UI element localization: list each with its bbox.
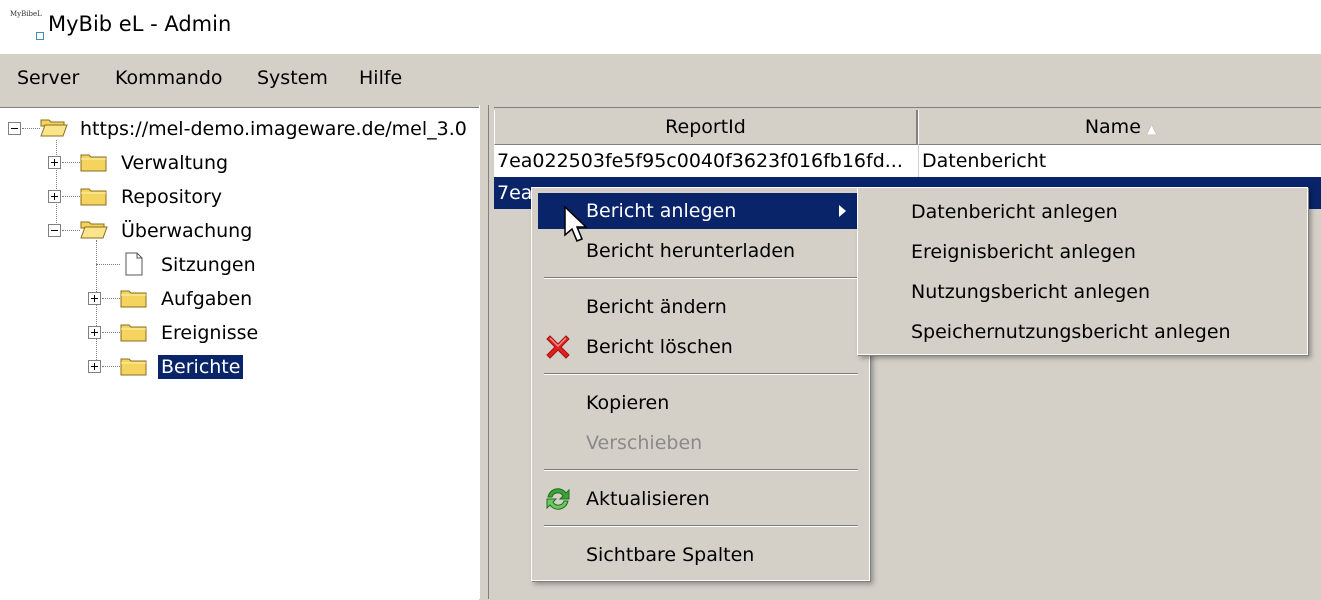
expand-icon[interactable] [88,292,101,305]
tree-node-verwaltung[interactable]: Verwaltung [0,148,479,176]
tree-node-label: https://mel-demo.imageware.de/mel_3.0 [80,118,467,140]
menu-bar: Server Kommando System Hilfe [0,54,1321,104]
tree-node-label: Repository [121,186,223,208]
tree-root-server[interactable]: https://mel-demo.imageware.de/mel_3.0 [0,114,479,142]
folder-icon [120,324,147,342]
document-icon [125,252,143,276]
column-header-reportid[interactable]: ReportId [494,110,918,145]
tree-node-ueberwachung[interactable]: Überwachung [0,216,479,244]
folder-icon [80,154,107,172]
folder-icon [120,358,147,376]
menu-separator [544,469,858,471]
submenu-bericht-anlegen: Datenbericht anlegen Ereignisbericht anl… [857,187,1308,355]
menu-item-aktualisieren[interactable]: Aktualisieren [538,481,858,517]
menu-item-nutzungsbericht-anlegen[interactable]: Nutzungsbericht anlegen [911,272,1150,312]
folder-icon [80,188,107,206]
refresh-icon [546,488,570,510]
menu-item-kopieren[interactable]: Kopieren [538,385,858,421]
menu-separator [544,373,858,375]
expand-icon[interactable] [48,190,61,203]
menu-kommando[interactable]: Kommando [115,67,223,89]
expand-icon[interactable] [88,360,101,373]
menu-item-bericht-loeschen[interactable]: Bericht löschen [538,329,858,365]
expand-icon[interactable] [88,326,101,339]
submenu-arrow-icon [839,205,846,217]
tree-node-aufgaben[interactable]: Aufgaben [0,284,479,312]
table-row[interactable]: 7ea022503fe5f95c0040f3623f016fb16fd... D… [494,145,1321,177]
mybib-el-logo-icon: MyBibeL [10,10,44,40]
menu-separator [544,277,858,279]
cell-name: Datenbericht [918,145,1321,177]
tree-node-repository[interactable]: Repository [0,182,479,210]
collapse-icon[interactable] [8,122,21,135]
tree-node-label: Ereignisse [161,322,259,344]
menu-server[interactable]: Server [17,67,79,89]
menu-item-datenbericht-anlegen[interactable]: Datenbericht anlegen [911,192,1118,232]
tree-node-label: Aufgaben [161,288,253,310]
collapse-icon[interactable] [48,224,61,237]
tree-node-label: Sitzungen [161,254,256,276]
menu-item-bericht-aendern[interactable]: Bericht ändern [538,289,858,325]
pane-splitter[interactable] [479,105,494,599]
expand-icon[interactable] [48,156,61,169]
menu-item-verschieben: Verschieben [586,432,703,454]
menu-system[interactable]: System [257,67,328,89]
title-bar: MyBibeL MyBib eL - Admin [0,0,1321,54]
menu-item-sichtbare-spalten[interactable]: Sichtbare Spalten [538,537,858,573]
tree-node-label: Verwaltung [121,152,229,174]
menu-separator [544,525,858,527]
sort-ascending-icon: ▲ [1146,122,1157,136]
tree-node-sitzungen[interactable]: Sitzungen [0,250,479,278]
folder-open-icon [40,119,68,137]
mouse-cursor-icon [564,205,588,242]
tree-node-berichte[interactable]: Berichte [0,352,479,380]
window-title: MyBib eL - Admin [48,12,232,36]
delete-x-icon [546,335,570,359]
column-header-name[interactable]: Name ▲ [918,110,1321,145]
cell-reportid: 7ea022503fe5f95c0040f3623f016fb16fd... [497,150,903,172]
folder-icon [120,290,147,308]
tree-node-label: Berichte [158,355,244,379]
context-menu: Bericht anlegen Bericht herunterladen Be… [531,187,870,581]
menu-item-ereignisbericht-anlegen[interactable]: Ereignisbericht anlegen [911,232,1136,272]
folder-open-icon [80,221,108,239]
menu-item-speichernutzungsbericht-anlegen[interactable]: Speichernutzungsbericht anlegen [911,312,1231,352]
tree-node-ereignisse[interactable]: Ereignisse [0,318,479,346]
tree-node-label: Überwachung [121,220,253,242]
navigation-tree[interactable]: https://mel-demo.imageware.de/mel_3.0 Ve… [0,107,479,600]
menu-hilfe[interactable]: Hilfe [359,67,402,89]
